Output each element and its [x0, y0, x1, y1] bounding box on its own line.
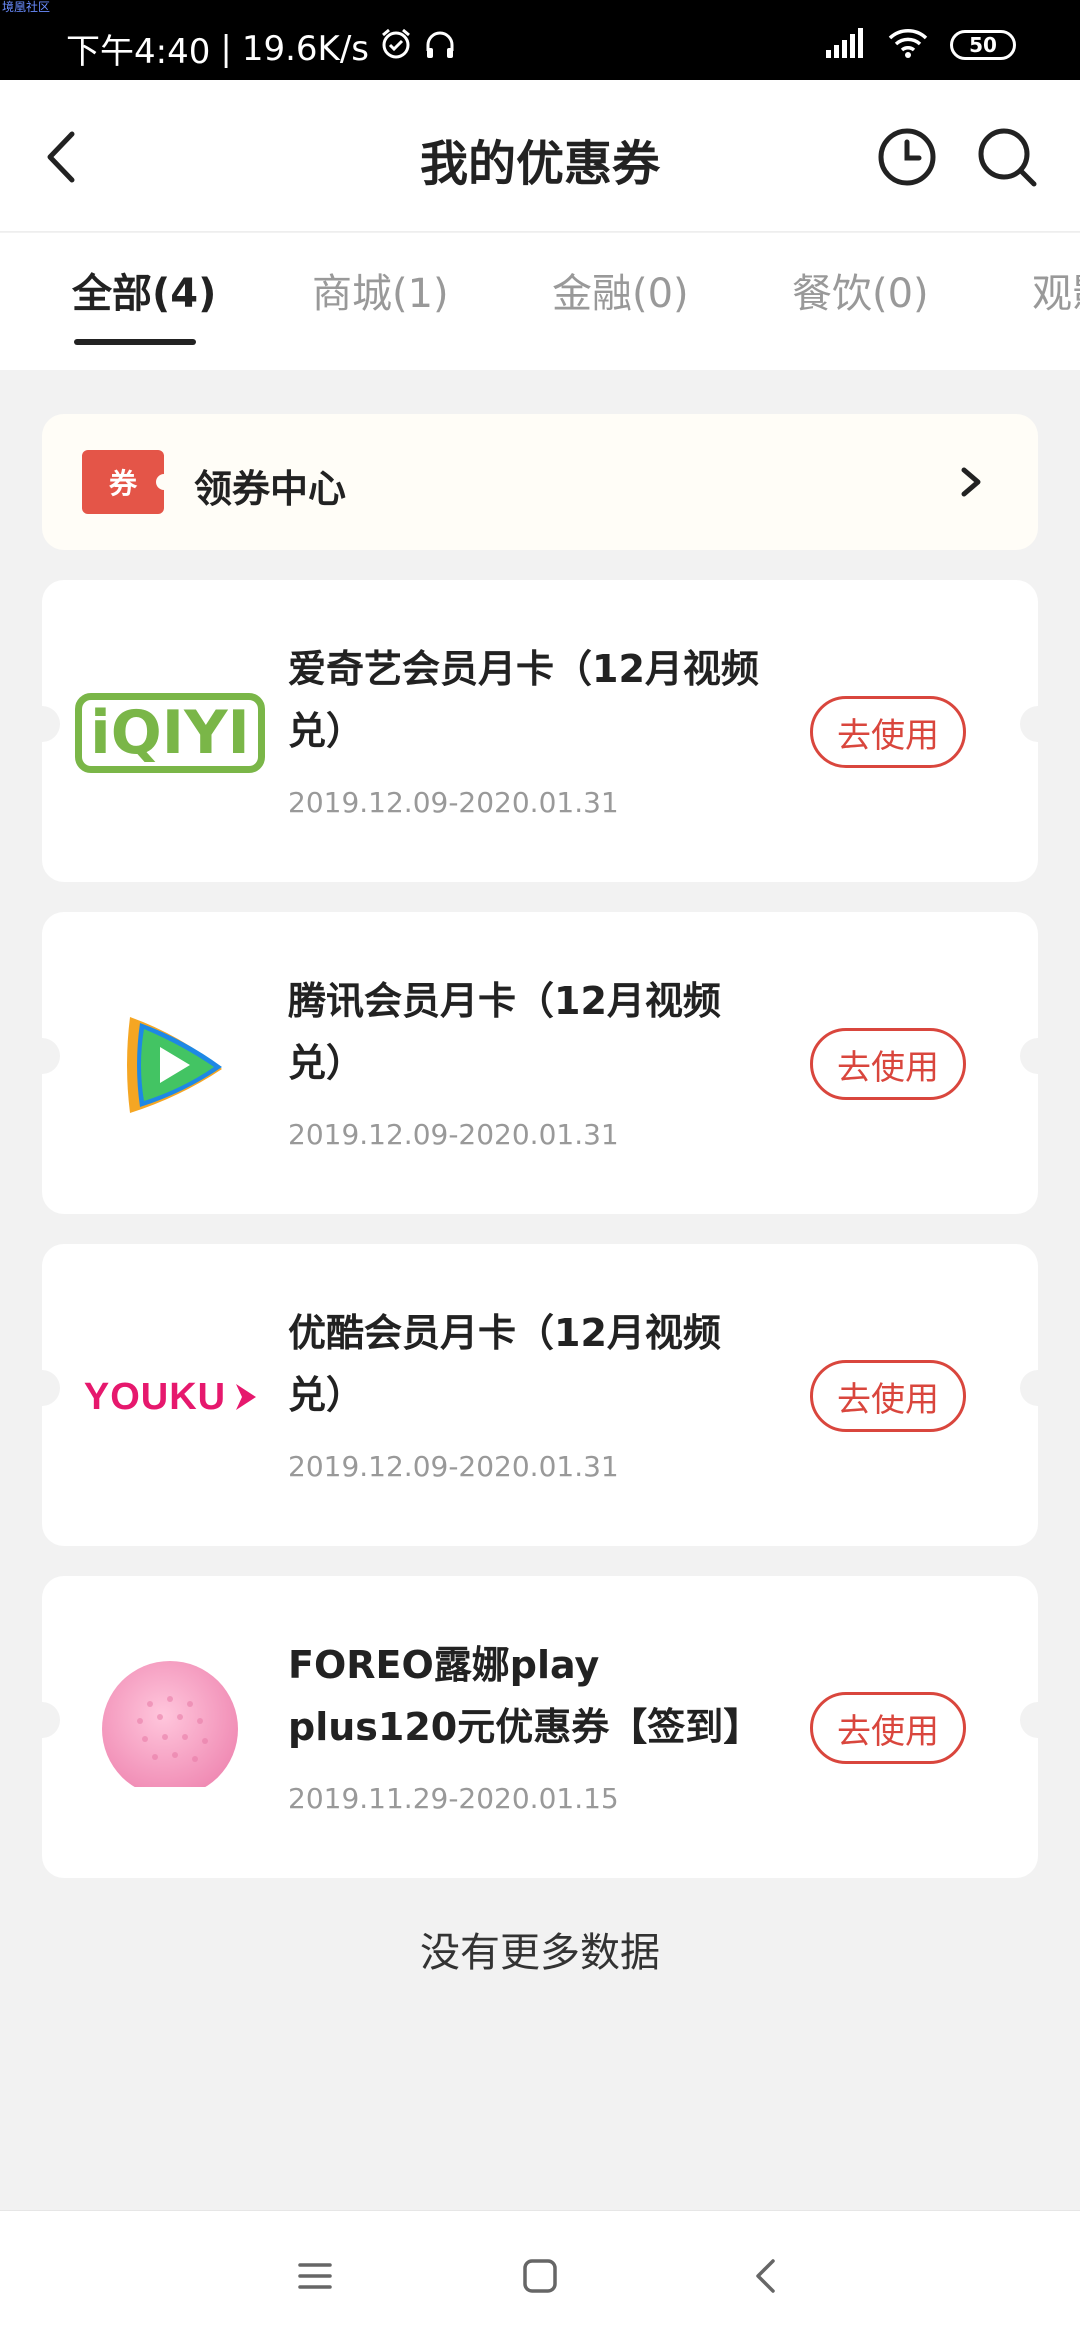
- tab-active-indicator: [74, 339, 196, 345]
- tab-movies[interactable]: 观影: [1032, 261, 1080, 319]
- iqiyi-logo: iQIYI: [75, 658, 265, 808]
- foreo-product-image: [80, 1654, 260, 1804]
- tab-finance[interactable]: 金融(0): [552, 261, 689, 319]
- history-button[interactable]: [872, 122, 942, 192]
- coupon-date: 2019.12.09-2020.01.31: [288, 1450, 619, 1483]
- coupon-title: 优酷会员月卡（12月视频兑）: [288, 1311, 721, 1417]
- status-time: 下午4:40: [66, 32, 211, 72]
- coupon-date: 2019.12.09-2020.01.31: [288, 786, 619, 819]
- status-divider: |: [220, 28, 232, 69]
- coupon-badge-icon: 券: [82, 450, 172, 514]
- coupon-title: 腾讯会员月卡（12月视频兑）: [288, 979, 721, 1085]
- use-coupon-button[interactable]: 去使用: [810, 1360, 966, 1432]
- tab-all[interactable]: 全部(4): [72, 261, 216, 319]
- menu-button[interactable]: [290, 2251, 340, 2301]
- youku-logo-text: YOUKU: [83, 1375, 227, 1418]
- tab-mall[interactable]: 商城(1): [312, 261, 449, 319]
- youku-logo: YOUKU: [82, 1322, 262, 1472]
- ticket-notch: [1020, 1038, 1056, 1074]
- ticket-notch: [1020, 1370, 1056, 1406]
- search-button[interactable]: [972, 122, 1042, 192]
- menu-icon: [298, 2263, 332, 2289]
- signal-icon: [824, 28, 866, 62]
- home-button[interactable]: [515, 2251, 565, 2301]
- use-coupon-button[interactable]: 去使用: [810, 1028, 966, 1100]
- coupon-card[interactable]: FOREO露娜play plus120元优惠券【签到】 2019.11.29-2…: [24, 1576, 1056, 1878]
- system-back-button[interactable]: [742, 2251, 792, 2301]
- ticket-notch: [24, 1702, 60, 1738]
- coupon-center-label: 领券中心: [194, 467, 347, 511]
- coupon-card[interactable]: YOUKU 优酷会员月卡（12月视频兑） 2019.12.09-2020.01.…: [24, 1244, 1056, 1546]
- status-speed: 19.6K/s: [241, 28, 369, 69]
- header: 我的优惠券: [0, 80, 1080, 232]
- ticket-notch: [24, 1370, 60, 1406]
- system-nav-bar: [0, 2210, 1080, 2340]
- battery-icon: 50: [950, 30, 1016, 60]
- tencent-video-icon: [127, 1017, 222, 1113]
- headset-icon: [423, 27, 457, 70]
- foreo-device-icon: [95, 1661, 245, 1799]
- coupon-date: 2019.11.29-2020.01.15: [288, 1782, 619, 1815]
- tab-dining[interactable]: 餐饮(0): [792, 261, 929, 319]
- use-coupon-button[interactable]: 去使用: [810, 696, 966, 768]
- status-right: 50: [824, 28, 1016, 62]
- status-bar: 境凰社区 下午4:40 | 19.6K/s 50: [0, 0, 1080, 80]
- use-coupon-button[interactable]: 去使用: [810, 1692, 966, 1764]
- history-clock-icon: [878, 128, 936, 186]
- coupon-title: FOREO露娜play plus120元优惠券【签到】: [288, 1643, 762, 1749]
- tab-bar: 全部(4) 商城(1) 金融(0) 餐饮(0) 观影: [0, 233, 1080, 370]
- alarm-icon: [379, 27, 413, 70]
- wifi-icon: [888, 28, 928, 62]
- ticket-notch: [1020, 706, 1056, 742]
- coupon-card[interactable]: iQIYI 爱奇艺会员月卡（12月视频兑） 2019.12.09-2020.01…: [24, 580, 1056, 882]
- ticket-notch: [24, 706, 60, 742]
- back-chevron-icon: [756, 2259, 775, 2293]
- iqiyi-logo-text: iQIYI: [75, 693, 265, 773]
- status-left: 下午4:40 | 19.6K/s: [66, 24, 457, 73]
- chevron-right-icon: [961, 467, 981, 497]
- coupon-date: 2019.12.09-2020.01.31: [288, 1118, 619, 1151]
- watermark-text: 境凰社区: [2, 0, 51, 14]
- coupon-card[interactable]: 腾讯会员月卡（12月视频兑） 2019.12.09-2020.01.31 去使用: [24, 912, 1056, 1214]
- no-more-data-text: 没有更多数据: [420, 1930, 660, 1976]
- ticket-notch: [24, 1038, 60, 1074]
- tencent-video-logo: [80, 990, 260, 1140]
- youku-play-icon: [236, 1384, 257, 1410]
- coupon-title: 爱奇艺会员月卡（12月视频兑）: [288, 647, 759, 753]
- ticket-notch: [1020, 1702, 1056, 1738]
- home-square-icon: [523, 2259, 557, 2293]
- search-icon: [978, 128, 1037, 187]
- coupon-center-entry[interactable]: 券 领券中心: [42, 414, 1038, 550]
